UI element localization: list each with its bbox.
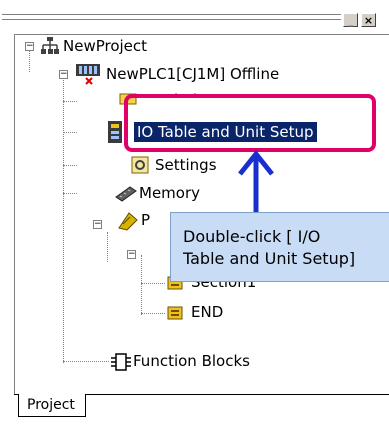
callout-line-1: Double-click [ I/O	[183, 227, 321, 246]
instruction-callout: Double-click [ I/O Table and Unit Setup]	[170, 212, 389, 282]
tab-project[interactable]: Project	[18, 394, 86, 417]
tree-connector	[107, 232, 108, 262]
pointer-arrow	[238, 150, 274, 214]
tree-item-end[interactable]: END	[191, 302, 223, 322]
tree-item-project[interactable]: NewProject	[63, 36, 147, 56]
tree-connector	[63, 361, 109, 362]
project-workspace-window: _ × − NewProject − NewPLC1[CJ1M] Offline…	[0, 0, 389, 434]
tree-connector	[29, 48, 30, 72]
memory-icon	[115, 186, 137, 202]
tree-connector	[63, 78, 64, 363]
tree-item-function-blocks[interactable]: Function Blocks	[133, 351, 250, 371]
tree-connector	[141, 255, 142, 315]
collapse-program-toggle[interactable]: −	[127, 250, 136, 259]
plc-icon	[76, 64, 100, 85]
minimize-button[interactable]: _	[343, 13, 358, 27]
function-blocks-icon	[111, 353, 131, 371]
tree-item-programs[interactable]: P	[141, 210, 150, 230]
collapse-plc-toggle[interactable]: −	[59, 70, 68, 79]
collapse-programs-toggle[interactable]: −	[93, 220, 102, 229]
titlebar-grip[interactable]	[2, 19, 341, 23]
tree-item-memory[interactable]: Memory	[139, 183, 200, 203]
tree-connector	[141, 283, 165, 284]
highlight-box	[124, 94, 376, 152]
workspace-titlebar: _ ×	[0, 0, 389, 34]
callout-line-2: Table and Unit Setup]	[183, 249, 356, 268]
tree-connector	[63, 132, 77, 133]
tree-item-settings[interactable]: Settings	[155, 155, 217, 175]
tree-item-plc[interactable]: NewPLC1[CJ1M] Offline	[106, 64, 279, 84]
workspace-tab-strip: Project	[14, 394, 389, 435]
close-button[interactable]: ×	[361, 13, 376, 27]
tree-connector	[63, 165, 77, 166]
end-icon	[167, 306, 183, 320]
tree-connector	[141, 313, 165, 314]
titlebar-grip[interactable]	[2, 14, 341, 18]
settings-icon	[131, 156, 149, 174]
tree-connector	[63, 101, 77, 102]
tree-connector	[63, 193, 77, 194]
programs-icon	[118, 212, 138, 231]
project-tree-icon	[41, 37, 59, 54]
collapse-project-toggle[interactable]: −	[25, 42, 34, 51]
